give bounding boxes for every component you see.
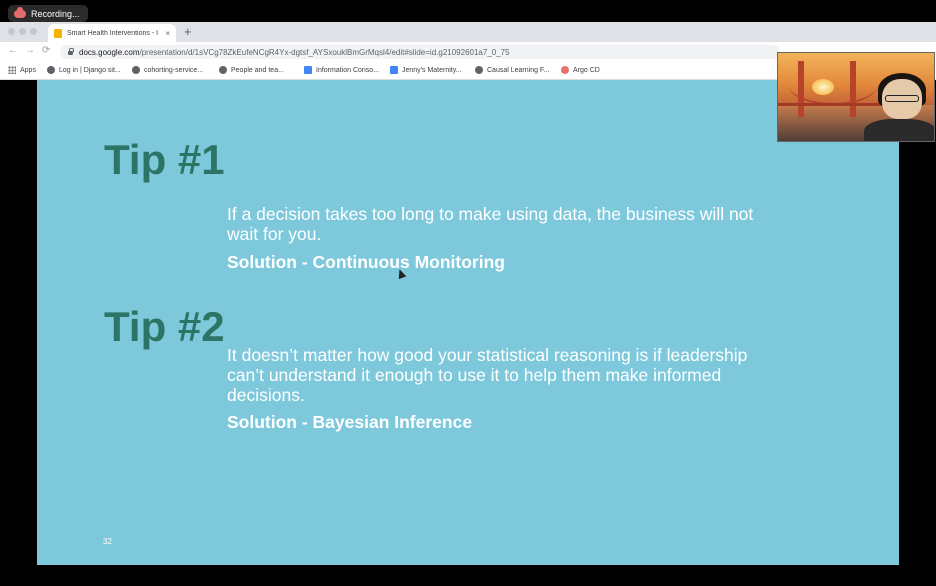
bookmark-label: Apps — [20, 66, 36, 74]
url-path: /presentation/d/1sVCg78ZkEufeNCgR4Yx-dgt… — [139, 47, 510, 57]
tip1-solution: Solution - Continuous Monitoring — [227, 252, 505, 272]
bookmark-label: People and tea... — [231, 66, 284, 74]
webcam-video[interactable] — [777, 52, 935, 142]
bookmark-label: Jenny's Maternity... — [402, 66, 462, 74]
bookmark-people[interactable]: People and tea... — [219, 66, 284, 74]
address-bar[interactable]: docs.google.com/presentation/d/1sVCg78Zk… — [60, 45, 780, 59]
bookmark-cohorting[interactable]: cohorting-service... — [132, 66, 203, 74]
slides-favicon-icon — [54, 28, 62, 38]
lock-icon — [68, 48, 74, 55]
bookmark-label: Argo CD — [573, 66, 600, 74]
tab-strip: Smart Health Interventions - I × + — [0, 22, 936, 42]
tab-title: Smart Health Interventions - I — [67, 29, 159, 37]
tip2-body: It doesn’t matter how good your statisti… — [227, 345, 748, 405]
url-text: docs.google.com/presentation/d/1sVCg78Zk… — [79, 48, 510, 57]
bridge-tower — [850, 61, 856, 117]
new-tab-button[interactable]: + — [184, 24, 192, 40]
bookmark-label: Causal Learning F... — [487, 66, 550, 74]
tip2-heading: Tip #2 — [104, 303, 225, 350]
tip1-heading: Tip #1 — [104, 136, 225, 183]
forward-icon[interactable]: → — [25, 45, 35, 56]
bookmark-maternity[interactable]: Jenny's Maternity... — [390, 66, 462, 74]
bookmark-label: cohorting-service... — [144, 66, 204, 74]
person-shoulders — [864, 119, 934, 141]
bookmark-argo[interactable]: Argo CD — [561, 66, 600, 74]
slide[interactable]: Tip #1 If a decision takes too long to m… — [37, 80, 899, 565]
minimize-window-icon[interactable] — [19, 28, 26, 35]
bookmark-causal[interactable]: Causal Learning F... — [475, 66, 549, 74]
tip1-body: If a decision takes too long to make usi… — [227, 204, 754, 244]
globe-icon — [47, 66, 55, 74]
bridge-deck — [778, 103, 888, 106]
doc-icon — [304, 66, 312, 74]
bookmark-label: Information Conso... — [316, 66, 380, 74]
tab-close-icon[interactable]: × — [165, 29, 170, 38]
presentation-stage: Tip #1 If a decision takes too long to m… — [0, 80, 936, 586]
apps-grid-icon — [8, 66, 16, 74]
browser-tab[interactable]: Smart Health Interventions - I × — [48, 24, 176, 42]
doc-icon — [390, 66, 398, 74]
argo-icon — [561, 66, 569, 74]
bookmark-django[interactable]: Log in | Django sit... — [47, 66, 121, 74]
recording-bar: Recording... — [0, 0, 936, 22]
cloud-icon — [14, 6, 26, 18]
slide-page-number: 32 — [103, 537, 112, 546]
globe-icon — [132, 66, 140, 74]
back-icon[interactable]: ← — [8, 45, 18, 56]
people-icon — [219, 66, 227, 74]
reload-icon[interactable]: ⟳ — [42, 45, 50, 56]
glasses — [885, 95, 919, 102]
bookmark-information[interactable]: Information Conso... — [304, 66, 379, 74]
close-window-icon[interactable] — [8, 28, 15, 35]
bookmark-apps[interactable]: Apps — [8, 66, 36, 74]
url-host: docs.google.com — [79, 47, 140, 57]
bridge-tower — [798, 61, 804, 117]
recording-indicator[interactable]: Recording... — [8, 5, 88, 22]
maximize-window-icon[interactable] — [30, 28, 37, 35]
recording-label: Recording... — [31, 8, 80, 19]
bookmark-label: Log in | Django sit... — [59, 66, 121, 74]
tip2-solution: Solution - Bayesian Inference — [227, 412, 473, 432]
globe-icon — [475, 66, 483, 74]
